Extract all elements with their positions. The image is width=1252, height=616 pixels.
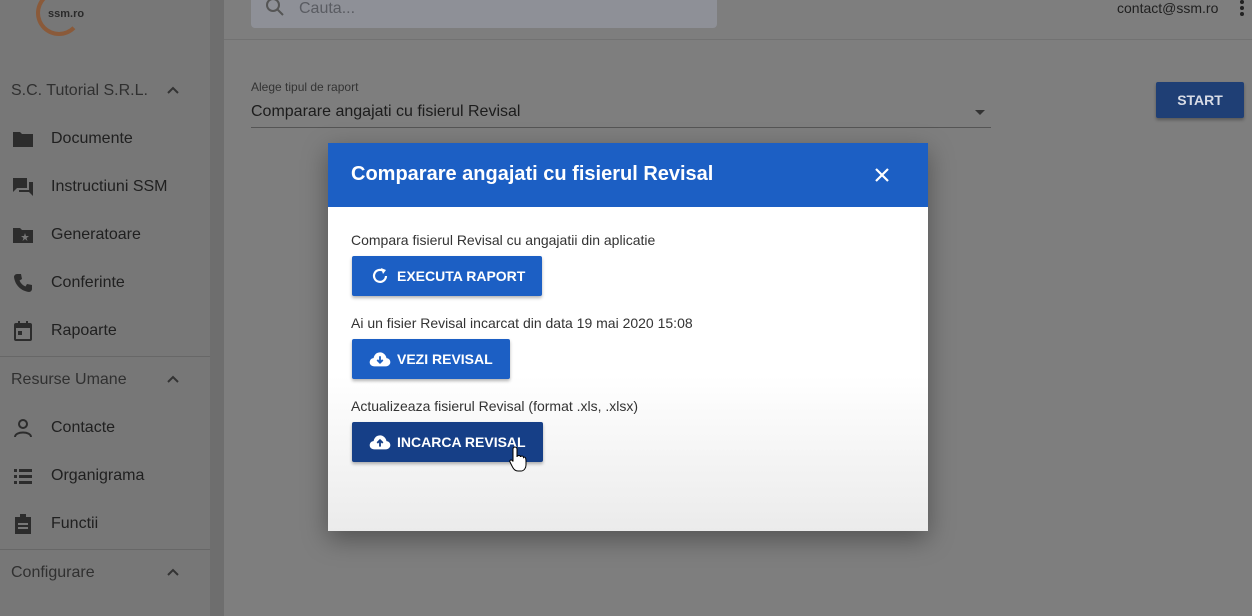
view-revisal-button[interactable]: VEZI REVISAL (352, 339, 510, 379)
more-vert-icon[interactable] (1240, 0, 1246, 16)
sidebar-edge (210, 0, 224, 616)
logo-text: ssm.ro (48, 8, 85, 20)
sidebar-item-generatoare[interactable]: Generatoare (0, 215, 210, 255)
sidebar-section-label: Configurare (11, 564, 95, 581)
dialog-header: Comparare angajati cu fisierul Revisal (328, 143, 928, 207)
calendar-icon (12, 320, 34, 342)
start-button[interactable]: START (1156, 82, 1244, 118)
sidebar-section-resurse-umane[interactable]: Resurse Umane (0, 360, 210, 400)
uploaded-file-info: Ai un fisier Revisal incarcat din data 1… (351, 315, 693, 331)
folder-icon (12, 128, 34, 150)
report-type-label: Alege tipul de raport (251, 80, 359, 94)
search-box[interactable] (251, 0, 717, 28)
dropdown-arrow-icon (975, 110, 985, 115)
user-email[interactable]: contact@ssm.ro (1117, 0, 1218, 16)
chat-icon (12, 176, 34, 198)
close-icon[interactable] (872, 165, 892, 185)
sidebar-item-contacte[interactable]: Contacte (0, 408, 210, 448)
list-icon (12, 465, 34, 487)
sidebar-item-documente[interactable]: Documente (0, 119, 210, 159)
sidebar-section-label: S.C. Tutorial S.R.L. (11, 82, 148, 99)
refresh-icon (369, 265, 391, 287)
sidebar-item-label: Functii (51, 515, 99, 532)
sidebar-item-label: Documente (51, 130, 133, 147)
update-file-info: Actualizeaza fisierul Revisal (format .x… (351, 398, 639, 414)
sidebar-item-label: Generatoare (51, 226, 141, 243)
hand-cursor-icon (509, 446, 527, 472)
upload-revisal-label: INCARCA REVISAL (397, 434, 526, 450)
sidebar-item-label: Organigrama (51, 467, 145, 484)
sidebar-item-rapoarte[interactable]: Rapoarte (0, 311, 210, 351)
search-icon (266, 0, 284, 16)
sidebar-section-configurare[interactable]: Configurare (0, 553, 210, 593)
sidebar-item-organigrama[interactable]: Organigrama (0, 456, 210, 496)
sidebar-item-conferinte[interactable]: Conferinte (0, 263, 210, 303)
sidebar-item-label: Conferinte (51, 274, 125, 291)
search-input[interactable] (299, 0, 679, 18)
sidebar: ssm.ro S.C. Tutorial S.R.L. Documente In… (0, 0, 210, 616)
ssm-logo[interactable]: ssm.ro (34, 0, 88, 40)
run-report-button[interactable]: EXECUTA RAPORT (352, 256, 543, 296)
clipboard-icon (12, 513, 34, 535)
sidebar-divider (0, 356, 210, 357)
chevron-up-icon (167, 568, 179, 576)
view-revisal-label: VEZI REVISAL (397, 351, 493, 367)
sidebar-item-label: Rapoarte (51, 322, 117, 339)
sidebar-divider (0, 549, 210, 550)
cloud-upload-icon (369, 431, 391, 453)
revisal-dialog: Comparare angajati cu fisierul Revisal C… (328, 143, 928, 531)
report-type-value: Comparare angajati cu fisierul Revisal (251, 103, 521, 120)
run-report-label: EXECUTA RAPORT (397, 268, 526, 284)
person-icon (12, 417, 34, 439)
report-type-select[interactable]: Comparare angajati cu fisierul Revisal (251, 98, 991, 128)
sidebar-section-label: Resurse Umane (11, 371, 127, 388)
dialog-title: Comparare angajati cu fisierul Revisal (351, 163, 714, 185)
phone-icon (12, 272, 34, 294)
chevron-up-icon (167, 86, 179, 94)
folder-star-icon (12, 224, 34, 246)
sidebar-item-instructiuni[interactable]: Instructiuni SSM (0, 167, 210, 207)
compare-description: Compara fisierul Revisal cu angajatii di… (351, 232, 656, 248)
sidebar-section-company[interactable]: S.C. Tutorial S.R.L. (0, 71, 210, 111)
chevron-up-icon (167, 375, 179, 383)
sidebar-item-label: Contacte (51, 419, 116, 436)
cloud-download-icon (369, 348, 391, 370)
sidebar-item-functii[interactable]: Functii (0, 504, 210, 544)
sidebar-item-label: Instructiuni SSM (51, 178, 168, 195)
